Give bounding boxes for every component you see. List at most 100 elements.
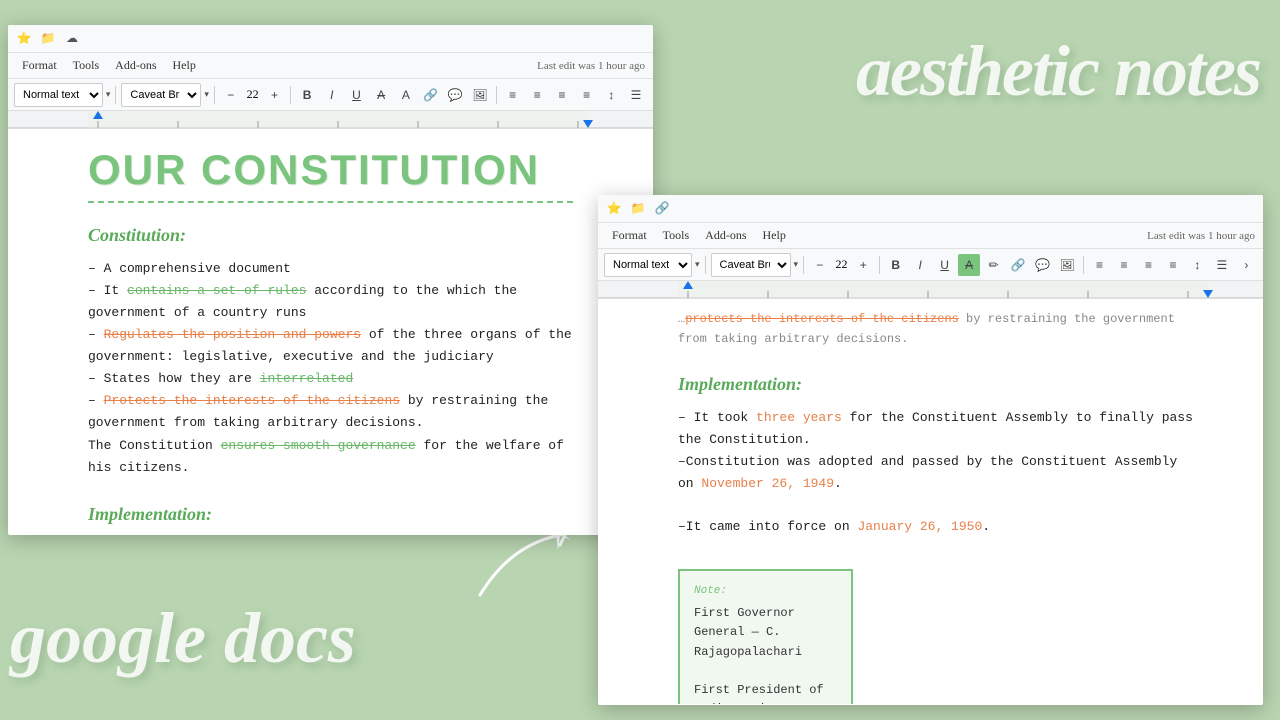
help-menu-right[interactable]: Help xyxy=(757,226,792,245)
font-select-left[interactable]: Caveat Bru... xyxy=(121,83,201,107)
underline-btn-left[interactable]: U xyxy=(346,84,368,106)
line6: The Constitution ensures smooth governan… xyxy=(88,438,564,475)
aesthetic-notes-text: aesthetic notes xyxy=(856,30,1260,113)
right-doc-window: ⭐ 📁 🔗 Format Tools Add-ons Help Last edi… xyxy=(598,195,1263,705)
implementation-heading-right: Implementation: xyxy=(678,370,1193,399)
comment-btn-right[interactable]: 💬 xyxy=(1032,254,1053,276)
align-justify-right[interactable]: ≡ xyxy=(1162,254,1183,276)
divider-r1 xyxy=(705,256,706,274)
link-btn-right[interactable]: 🔗 xyxy=(1007,254,1028,276)
constitution-para: – A comprehensive document – It contains… xyxy=(88,258,573,479)
note-line3: First President of Indian Union — Dr Raj… xyxy=(694,681,837,704)
tools-menu[interactable]: Tools xyxy=(67,56,106,75)
highlight-regulates: Regulates the position and powers xyxy=(104,327,361,342)
line-spacing[interactable]: ↕ xyxy=(601,84,623,106)
right-doc-content: …protects the interests of the citizens … xyxy=(598,299,1263,704)
star-icon-right[interactable]: ⭐ xyxy=(606,201,622,217)
highlight-governance: ensures smooth governance xyxy=(221,438,416,453)
font-size-decrease[interactable]: − xyxy=(220,84,242,106)
note-section: Note: First Governor General — C. Rajago… xyxy=(678,559,1193,704)
right-ruler xyxy=(598,281,1263,299)
divider-r4 xyxy=(1083,256,1084,274)
font-size-increase-right[interactable]: + xyxy=(853,254,874,276)
addons-menu-right[interactable]: Add-ons xyxy=(699,226,752,245)
divider2 xyxy=(214,86,215,104)
highlight-rules: contains a set of rules xyxy=(127,283,306,298)
list-btn[interactable]: ☰ xyxy=(625,84,647,106)
align-right-right[interactable]: ≡ xyxy=(1138,254,1159,276)
google-docs-text: google docs xyxy=(10,597,356,680)
align-right[interactable]: ≡ xyxy=(551,84,573,106)
note-line1: First Governor General — C. Rajagopalach… xyxy=(694,604,837,662)
divider4 xyxy=(496,86,497,104)
strikethrough-btn-left[interactable]: A xyxy=(370,84,392,106)
line-spacing-right[interactable]: ↕ xyxy=(1187,254,1208,276)
tools-menu-right[interactable]: Tools xyxy=(657,226,696,245)
right-line-protects: …protects the interests of the citizens … xyxy=(678,312,1175,346)
font-size-increase[interactable]: + xyxy=(264,84,286,106)
right-top-continuation: …protects the interests of the citizens … xyxy=(678,309,1193,349)
underline-btn-right[interactable]: U xyxy=(934,254,955,276)
constitution-title: OUR CONSTITUTION xyxy=(88,149,573,203)
align-left[interactable]: ≡ xyxy=(502,84,524,106)
impl-line2: –Constitution was adopted and passed by … xyxy=(678,454,1177,491)
image-btn-right[interactable]: 🖼 xyxy=(1056,254,1077,276)
align-center[interactable]: ≡ xyxy=(526,84,548,106)
highlight-protects: Protects the interests of the citizens xyxy=(104,393,400,408)
image-btn-left[interactable]: 🖼 xyxy=(469,84,491,106)
bold-btn-right[interactable]: B xyxy=(885,254,906,276)
implementation-heading-left: Implementation: xyxy=(88,500,573,529)
cloud-icon[interactable]: ☁ xyxy=(64,31,80,47)
addons-menu[interactable]: Add-ons xyxy=(109,56,162,75)
left-toolbar-top: ⭐ 📁 ☁ xyxy=(8,25,653,53)
list-btn-right[interactable]: ☰ xyxy=(1211,254,1232,276)
link-btn-left[interactable]: 🔗 xyxy=(420,84,442,106)
align-justify[interactable]: ≡ xyxy=(576,84,598,106)
help-menu[interactable]: Help xyxy=(167,56,202,75)
implementation-para: – It took three years for the Constituen… xyxy=(678,407,1193,495)
font-size-right: 22 xyxy=(834,257,850,272)
left-doc-content: OUR CONSTITUTION Constitution: – A compr… xyxy=(8,129,653,534)
divider1 xyxy=(115,86,116,104)
bold-btn-left[interactable]: B xyxy=(296,84,318,106)
align-left-right[interactable]: ≡ xyxy=(1089,254,1110,276)
left-ruler xyxy=(8,111,653,129)
left-menu-bar: Format Tools Add-ons Help Last edit was … xyxy=(8,53,653,79)
impl-line3: –It came into force on January 26, 1950. xyxy=(678,519,990,534)
divider-r2 xyxy=(803,256,804,274)
note-box: Note: First Governor General — C. Rajago… xyxy=(678,569,853,704)
font-select-right[interactable]: Caveat Bru... xyxy=(711,253,791,277)
style-select-right[interactable]: Normal text xyxy=(604,253,692,277)
italic-btn-left[interactable]: I xyxy=(321,84,343,106)
align-center-right[interactable]: ≡ xyxy=(1113,254,1134,276)
format-menu[interactable]: Format xyxy=(16,56,63,75)
italic-btn-right[interactable]: I xyxy=(909,254,930,276)
divider-r3 xyxy=(879,256,880,274)
highlight-jan-date: January 26, 1950 xyxy=(857,519,982,534)
highlight-btn-right[interactable]: ✏ xyxy=(983,254,1004,276)
more-btn-right[interactable]: › xyxy=(1236,254,1257,276)
right-format-bar: Normal text ▾ Caveat Bru... ▾ − 22 + B I… xyxy=(598,249,1263,281)
line2: – It contains a set of rules according t… xyxy=(88,283,517,320)
left-format-bar: Normal text ▾ Caveat Bru... ▾ − 22 + B I… xyxy=(8,79,653,111)
right-menu-bar: Format Tools Add-ons Help Last edit was … xyxy=(598,223,1263,249)
folder-icon[interactable]: 📁 xyxy=(40,31,56,47)
strikethrough-btn-right[interactable]: A xyxy=(958,254,980,276)
line1: – A comprehensive document xyxy=(88,261,291,276)
folder-icon-right[interactable]: 📁 xyxy=(630,201,646,217)
constitution-heading: Constitution: xyxy=(88,221,573,250)
format-menu-right[interactable]: Format xyxy=(606,226,653,245)
link-icon-right[interactable]: 🔗 xyxy=(654,201,670,217)
highlight-nov-date: November 26, 1949 xyxy=(701,476,834,491)
font-size-decrease-right[interactable]: − xyxy=(809,254,830,276)
star-icon[interactable]: ⭐ xyxy=(16,31,32,47)
highlight-three-years: three years xyxy=(756,410,842,425)
style-select-left[interactable]: Normal text xyxy=(14,83,103,107)
impl-line1: – It took three years for the Constituen… xyxy=(678,410,1193,447)
comment-btn-left[interactable]: 💬 xyxy=(444,84,466,106)
last-edit-left: Last edit was 1 hour ago xyxy=(537,60,645,72)
highlight-btn-left[interactable]: A xyxy=(395,84,417,106)
font-size-value: 22 xyxy=(245,87,261,102)
line4: – States how they are interrelated xyxy=(88,371,353,386)
line5: – Protects the interests of the citizens… xyxy=(88,393,548,430)
